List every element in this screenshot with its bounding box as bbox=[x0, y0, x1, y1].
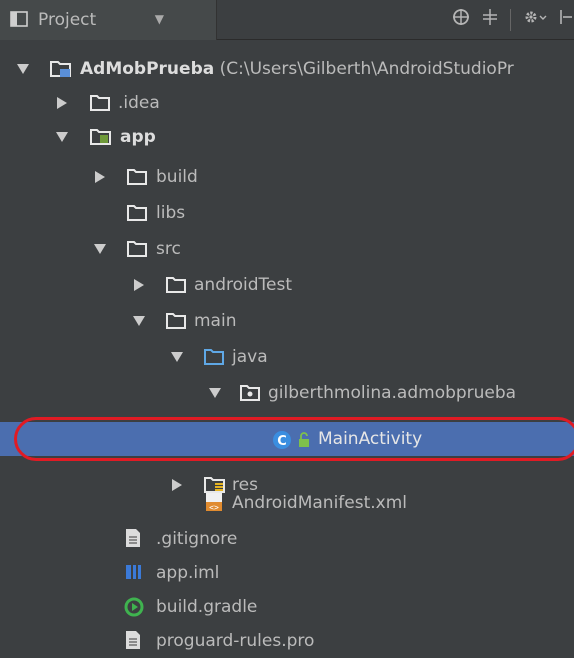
tree-item-label: MainActivity bbox=[318, 429, 423, 449]
text-file-icon bbox=[124, 630, 144, 649]
tree-item-label: AndroidManifest.xml bbox=[232, 493, 408, 513]
tree-item-label: proguard-rules.pro bbox=[156, 631, 315, 651]
tree-item-label: build.gradle bbox=[156, 597, 258, 617]
toolbar-separator bbox=[510, 8, 511, 31]
tree-item-label: libs bbox=[156, 203, 186, 223]
tree-item-proguard[interactable]: proguard-rules.pro bbox=[0, 624, 574, 658]
project-view-label: Project bbox=[38, 10, 97, 30]
tree-item-label: src bbox=[156, 239, 181, 259]
text-file-icon bbox=[124, 528, 144, 547]
class-icon: C bbox=[272, 430, 292, 449]
tree-item-admobprueba[interactable]: AdMobPrueba (C:\Users\Gilberth\AndroidSt… bbox=[0, 52, 574, 86]
tree-item-label: app.iml bbox=[156, 563, 220, 583]
project-view-icon bbox=[10, 11, 28, 27]
tree-item-label: androidTest bbox=[194, 275, 292, 295]
hide-icon[interactable] bbox=[559, 8, 573, 31]
project-toolbar: Project ▼ bbox=[0, 0, 574, 40]
folder-icon bbox=[166, 312, 186, 330]
expanded-arrow-icon[interactable] bbox=[208, 386, 222, 400]
tree-item-main[interactable]: main bbox=[0, 304, 574, 338]
tree-item-idea[interactable]: .idea bbox=[0, 86, 574, 120]
module-folder-icon bbox=[90, 128, 111, 146]
tree-item-mainactivity[interactable]: C MainActivity bbox=[0, 422, 574, 456]
folder-icon bbox=[90, 94, 110, 112]
source-folder-icon bbox=[204, 348, 224, 366]
gradle-icon bbox=[124, 597, 144, 617]
tree-item-label: build bbox=[156, 167, 198, 187]
tree-item-app[interactable]: app bbox=[0, 120, 574, 154]
manifest-icon: <> bbox=[204, 492, 224, 512]
tree-item-label: main bbox=[194, 311, 237, 331]
toolbar-actions bbox=[452, 8, 573, 31]
tree-item-label: gilberthmolina.admobprueba bbox=[268, 383, 517, 403]
tree-item-java[interactable]: java bbox=[0, 340, 574, 374]
sync-icon[interactable] bbox=[452, 8, 470, 31]
tree-item-label: AdMobPrueba bbox=[80, 59, 215, 79]
expanded-arrow-icon[interactable] bbox=[55, 130, 69, 144]
tree-item-label: java bbox=[232, 347, 268, 367]
tree-item-build[interactable]: build bbox=[0, 160, 574, 194]
tree-item-libs[interactable]: libs bbox=[0, 196, 574, 230]
iml-file-icon bbox=[124, 563, 144, 581]
tree-item-label: .gitignore bbox=[156, 529, 238, 549]
tree-item-gitignore[interactable]: .gitignore bbox=[0, 522, 574, 556]
folder-icon bbox=[127, 204, 147, 222]
svg-text:C: C bbox=[277, 434, 287, 449]
project-path: (C:\Users\Gilberth\AndroidStudioPr bbox=[219, 59, 514, 79]
tree-item-build-gradle[interactable]: build.gradle bbox=[0, 590, 574, 624]
unlocked-icon bbox=[298, 432, 318, 450]
tree-item-androidmanifest[interactable]: <> AndroidManifest.xml bbox=[0, 486, 574, 520]
expanded-arrow-icon[interactable] bbox=[132, 314, 146, 328]
package-icon bbox=[240, 384, 260, 402]
collapsed-arrow-icon[interactable] bbox=[93, 170, 107, 184]
gear-icon[interactable] bbox=[523, 8, 547, 31]
folder-icon bbox=[127, 240, 147, 258]
expanded-arrow-icon[interactable] bbox=[93, 242, 107, 256]
project-folder-icon bbox=[50, 60, 71, 78]
tree-item-app-iml[interactable]: app.iml bbox=[0, 556, 574, 590]
chevron-down-icon[interactable]: ▼ bbox=[155, 12, 164, 26]
svg-text:<>: <> bbox=[209, 503, 219, 512]
project-view-selector[interactable]: Project ▼ bbox=[0, 0, 217, 40]
expanded-arrow-icon[interactable] bbox=[16, 62, 30, 76]
tree-item-label: app bbox=[120, 127, 156, 147]
collapse-all-icon[interactable] bbox=[482, 8, 498, 31]
tree-item-androidtest[interactable]: androidTest bbox=[0, 268, 574, 302]
tree-item-package[interactable]: gilberthmolina.admobprueba bbox=[0, 376, 574, 410]
collapsed-arrow-icon[interactable] bbox=[55, 96, 69, 110]
tree-item-src[interactable]: src bbox=[0, 232, 574, 266]
folder-icon bbox=[166, 276, 186, 294]
folder-icon bbox=[127, 168, 147, 186]
collapsed-arrow-icon[interactable] bbox=[132, 278, 146, 292]
tree-item-label: .idea bbox=[118, 93, 160, 113]
expanded-arrow-icon[interactable] bbox=[170, 350, 184, 364]
